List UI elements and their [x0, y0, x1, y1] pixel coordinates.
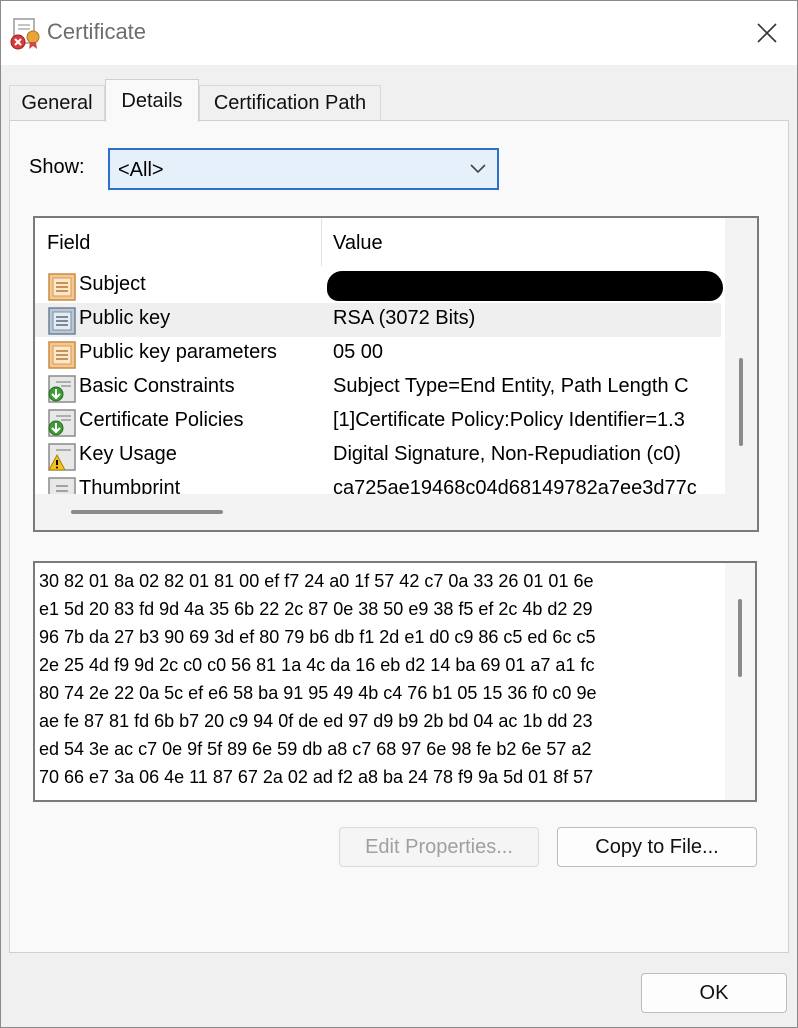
certificate-extension-icon [48, 409, 76, 437]
ok-button[interactable]: OK [641, 973, 787, 1013]
hex-line: 70 66 e7 3a 06 4e 11 87 67 2a 02 ad f2 a… [39, 767, 594, 787]
list-item-field: Public key [79, 307, 171, 329]
list-item-basic-constraints[interactable]: Basic Constraints Subject Type=End Entit… [35, 371, 721, 405]
certificate-field-icon [48, 341, 76, 369]
tab-certification-path[interactable]: Certification Path [199, 85, 381, 121]
show-dropdown[interactable]: <All> [108, 148, 499, 190]
copy-to-file-button[interactable]: Copy to File... [557, 827, 757, 867]
list-item-field: Subject [79, 273, 146, 295]
show-dropdown-value: <All> [118, 159, 164, 181]
hex-line: ed 54 3e ac c7 0e 9f 5f 89 6e 59 db a8 c… [39, 739, 592, 759]
hex-line: 30 82 01 8a 02 82 01 81 00 ef f7 24 a0 1… [39, 571, 594, 591]
window-title: Certificate [47, 19, 147, 44]
edit-properties-button: Edit Properties... [339, 827, 539, 867]
list-item-value: RSA (3072 Bits) [333, 307, 476, 329]
certificate-error-icon [10, 18, 40, 50]
value-column-header[interactable]: Value [333, 232, 383, 255]
field-list[interactable]: Field Value Subject Public key RSA (3072… [33, 216, 759, 532]
list-item-key-usage[interactable]: Key Usage Digital Signature, Non-Repudia… [35, 439, 721, 473]
list-item-value: 05 00 [333, 341, 384, 363]
certificate-dialog: Certificate General Details Certificatio… [0, 0, 798, 1028]
list-item-value: [1]Certificate Policy:Policy Identifier=… [333, 409, 685, 431]
list-item-certificate-policies[interactable]: Certificate Policies [1]Certificate Poli… [35, 405, 721, 439]
tab-details[interactable]: Details [105, 79, 199, 122]
button-label: Edit Properties... [365, 835, 513, 858]
column-divider[interactable] [321, 218, 322, 266]
tab-label: Details [121, 89, 183, 112]
hex-line: ae fe 87 81 fd 6b b7 20 c9 94 0f de ed 9… [39, 711, 593, 731]
close-icon [757, 23, 777, 43]
chevron-down-icon [470, 164, 486, 174]
list-item-field: Certificate Policies [79, 409, 244, 431]
list-item-public-key[interactable]: Public key RSA (3072 Bits) [35, 303, 721, 337]
vertical-scrollbar-thumb[interactable] [738, 599, 742, 677]
list-item-field: Public key parameters [79, 341, 277, 363]
hex-line: e1 5d 20 83 fd 9d 4a 35 6b 22 2c 87 0e 3… [39, 599, 593, 619]
certificate-extension-icon [48, 375, 76, 403]
hex-line: 96 7b da 27 b3 90 69 3d ef 80 79 b6 db f… [39, 627, 596, 647]
field-column-header[interactable]: Field [47, 232, 90, 255]
list-item-value: Subject Type=End Entity, Path Length C [333, 375, 689, 397]
hex-line: 2e 25 4d f9 9d 2c c0 c0 56 81 1a 4c da 1… [39, 655, 595, 675]
redacted-value [327, 271, 723, 301]
list-item-public-key-parameters[interactable]: Public key parameters 05 00 [35, 337, 721, 371]
list-item-field: Basic Constraints [79, 375, 235, 397]
close-button[interactable] [745, 13, 789, 53]
button-label: OK [699, 981, 729, 1004]
value-detail-text[interactable]: 30 82 01 8a 02 82 01 81 00 ef f7 24 a0 1… [33, 561, 757, 802]
list-item-value: Digital Signature, Non-Repudiation (c0) [333, 443, 681, 465]
list-header: Field Value [35, 218, 725, 268]
vertical-scrollbar-thumb[interactable] [739, 358, 743, 446]
certificate-field-icon [48, 307, 76, 335]
show-label: Show: [29, 156, 85, 178]
button-label: Copy to File... [595, 835, 719, 858]
tab-label: Certification Path [213, 92, 367, 114]
hex-line: 80 74 2e 22 0a 5c ef e6 58 ba 91 95 49 4… [39, 683, 597, 703]
list-item-field: Key Usage [79, 443, 177, 465]
tab-general[interactable]: General [9, 85, 105, 121]
title-bar: Certificate [1, 1, 797, 65]
warning-icon [48, 443, 76, 471]
list-item-subject[interactable]: Subject [35, 269, 723, 303]
horizontal-scrollbar-thumb[interactable] [71, 510, 223, 514]
tab-label: General [21, 92, 93, 114]
certificate-field-icon [48, 273, 76, 301]
